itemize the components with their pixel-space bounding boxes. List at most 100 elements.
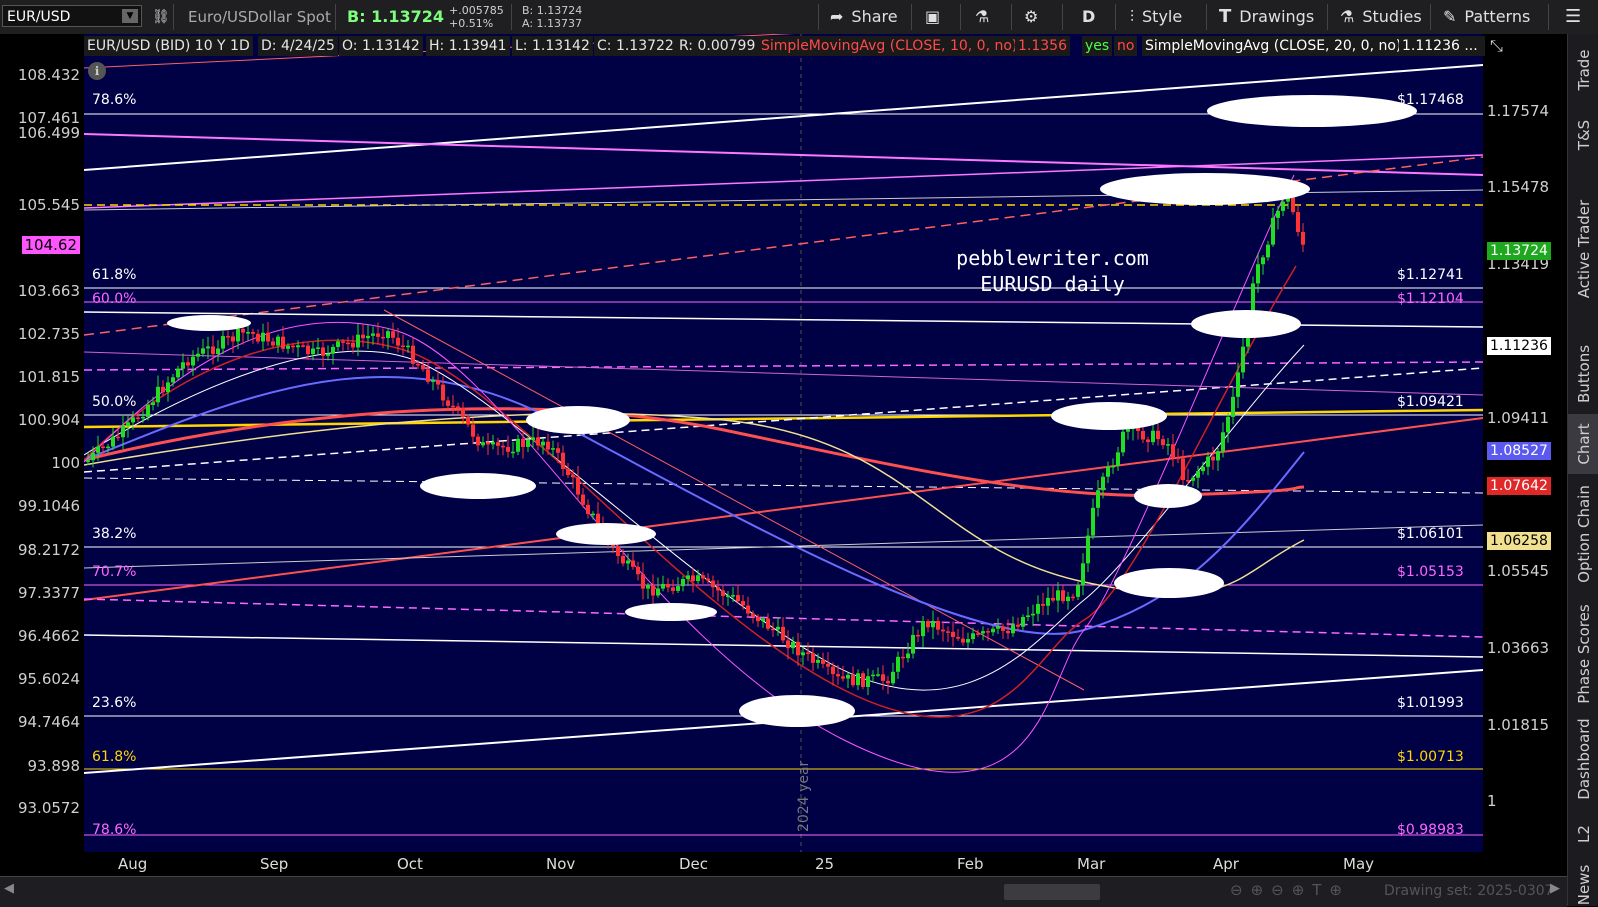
settings-button[interactable]: ⚙ bbox=[1024, 0, 1046, 34]
candle-body bbox=[1021, 617, 1025, 627]
left-axis-label: 93.0572 bbox=[17, 799, 80, 817]
candle-body bbox=[856, 673, 860, 686]
scroll-left-icon[interactable]: ◀ bbox=[4, 881, 14, 896]
period-button[interactable]: D bbox=[1082, 0, 1095, 34]
candle-body bbox=[381, 336, 385, 339]
right-axis-label: 1.03663 bbox=[1487, 639, 1550, 657]
sidebar-tab-chart[interactable]: Chart bbox=[1568, 414, 1598, 474]
scroll-right-icon[interactable]: ▶ bbox=[1550, 881, 1560, 896]
sidebar-tab-phase-scores[interactable]: Phase Scores bbox=[1568, 594, 1598, 714]
candle-body bbox=[281, 336, 285, 349]
screenshot-button[interactable]: ▣ bbox=[925, 0, 948, 34]
candle-body bbox=[866, 676, 870, 687]
candle-body bbox=[161, 386, 165, 393]
candle-body bbox=[1256, 264, 1260, 284]
candle-body bbox=[1101, 476, 1105, 491]
sidebar-tab-active-trader[interactable]: Active Trader bbox=[1568, 164, 1598, 334]
share-button[interactable]: ➦ Share bbox=[830, 0, 898, 34]
drawings-button[interactable]: T Drawings bbox=[1219, 0, 1314, 34]
candle-body bbox=[631, 560, 635, 567]
sidebar-tab-dashboard[interactable]: Dashboard bbox=[1568, 714, 1598, 804]
magenta-dashed-line bbox=[84, 361, 1483, 371]
chart-area[interactable] bbox=[84, 34, 1483, 852]
candle-body bbox=[756, 616, 760, 622]
candle-body bbox=[1151, 430, 1155, 443]
symbol-dropdown-icon[interactable]: ▼ bbox=[122, 9, 138, 23]
candle-body bbox=[901, 656, 905, 659]
header-open: O: 1.13142 bbox=[339, 36, 423, 56]
menu-icon[interactable]: ☰ bbox=[1565, 0, 1581, 34]
candle-body bbox=[596, 513, 600, 524]
candle-body bbox=[106, 446, 110, 449]
candle-body bbox=[556, 448, 560, 453]
candle-body bbox=[211, 346, 215, 354]
right-axis-label: 1.17574 bbox=[1487, 102, 1550, 120]
header-date: D: 4/24/25 bbox=[258, 36, 338, 56]
red-trend-line bbox=[84, 417, 1483, 601]
candle-body bbox=[961, 638, 965, 643]
zoom-icons[interactable]: ⊖⊕⊖⊕T⊕ bbox=[1230, 881, 1350, 899]
sidebar-tab-l2[interactable]: L2 bbox=[1568, 804, 1598, 864]
time-axis-label: Apr bbox=[1213, 855, 1239, 873]
candle-body bbox=[861, 673, 865, 687]
candle-body bbox=[681, 579, 685, 587]
candle-body bbox=[911, 634, 915, 654]
time-axis-label: Sep bbox=[260, 855, 289, 873]
sidebar-tab-buttons[interactable]: Buttons bbox=[1568, 334, 1598, 414]
info-icon[interactable]: ℹ bbox=[88, 62, 106, 80]
studies-button[interactable]: ⚗ Studies bbox=[1340, 0, 1422, 34]
candle-body bbox=[881, 674, 885, 681]
time-axis bbox=[0, 852, 1567, 876]
candle-body bbox=[1231, 396, 1235, 417]
candle-body bbox=[581, 494, 585, 505]
candle-body bbox=[1181, 458, 1185, 481]
candle-body bbox=[841, 676, 845, 679]
symbol-description: Euro/USDollar Spot bbox=[188, 8, 331, 26]
candle-body bbox=[536, 437, 540, 446]
link-icon[interactable]: ⛓ bbox=[152, 0, 170, 34]
patterns-icon: ✎ bbox=[1443, 7, 1457, 26]
candle-body bbox=[216, 348, 220, 354]
candle-body bbox=[221, 336, 225, 349]
style-button[interactable]: ⫶ Style bbox=[1130, 0, 1182, 34]
candle-body bbox=[131, 417, 135, 423]
highlight-ellipse bbox=[739, 695, 855, 727]
candle-body bbox=[921, 620, 925, 637]
candle-body bbox=[421, 365, 425, 370]
candle-body bbox=[521, 438, 525, 447]
candle-body bbox=[1146, 439, 1150, 443]
left-axis-label: 105.545 bbox=[17, 196, 80, 214]
candle-body bbox=[691, 575, 695, 582]
candle-body bbox=[1066, 596, 1070, 602]
candle-body bbox=[561, 452, 565, 469]
candle-body bbox=[796, 641, 800, 656]
candle-body bbox=[121, 426, 125, 438]
candle-body bbox=[651, 584, 655, 596]
candle-body bbox=[1171, 444, 1175, 458]
sidebar-tab-option-chain[interactable]: Option Chain bbox=[1568, 474, 1598, 594]
sma10-value: 1.1356 bbox=[1015, 36, 1070, 56]
candle-body bbox=[1126, 429, 1130, 432]
sidebar-tab-trade[interactable]: Trade bbox=[1568, 34, 1598, 106]
candle-body bbox=[636, 566, 640, 575]
flask-button[interactable]: ⚗ bbox=[975, 0, 997, 34]
collapse-icon[interactable]: ⤡ bbox=[1490, 36, 1503, 56]
candle-body bbox=[316, 347, 320, 349]
left-axis-label: 101.815 bbox=[17, 368, 80, 386]
patterns-button[interactable]: ✎ Patterns bbox=[1443, 0, 1530, 34]
candle-body bbox=[1161, 439, 1165, 446]
candle-body bbox=[341, 341, 345, 343]
left-axis-label: 99.1046 bbox=[17, 497, 80, 515]
candle-body bbox=[86, 460, 90, 462]
scroll-thumb[interactable] bbox=[1004, 884, 1100, 900]
scrollbar[interactable]: ◀ ⊖⊕⊖⊕T⊕ Drawing set: 2025-0307 ▶ bbox=[0, 876, 1567, 907]
symbol-input[interactable]: EUR/USD ▼ bbox=[2, 5, 142, 27]
candle-body bbox=[1106, 466, 1110, 477]
candle-body bbox=[261, 332, 265, 342]
candle-body bbox=[176, 368, 180, 378]
sidebar-tab-t-s[interactable]: T&S bbox=[1568, 106, 1598, 164]
candle-body bbox=[816, 659, 820, 663]
candle-body bbox=[206, 346, 210, 349]
candle-body bbox=[641, 574, 645, 589]
sidebar-tab-news[interactable]: News bbox=[1568, 864, 1598, 906]
